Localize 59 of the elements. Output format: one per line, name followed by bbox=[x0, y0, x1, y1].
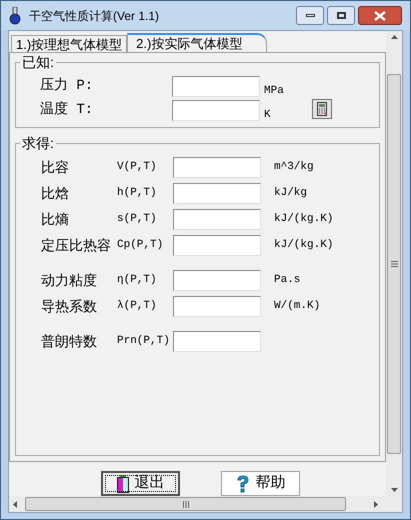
exit-button[interactable]: 退出 bbox=[101, 471, 180, 496]
formula-label: h(P,T) bbox=[117, 186, 158, 202]
output-field[interactable] bbox=[173, 235, 261, 256]
output-field[interactable] bbox=[173, 209, 261, 230]
tab[interactable]: 2.)按实际气体模型 bbox=[127, 33, 268, 52]
group-title: 求得: bbox=[20, 135, 56, 151]
formula-label: s(P,T) bbox=[117, 212, 158, 228]
input-field[interactable] bbox=[172, 100, 260, 121]
scroll-left-icon[interactable] bbox=[13, 500, 17, 508]
flask-icon bbox=[9, 6, 21, 24]
close-button[interactable] bbox=[358, 6, 402, 25]
property-label: 普朗特数 bbox=[41, 332, 98, 351]
field-label: 压力 P: bbox=[40, 76, 94, 96]
grip-icon bbox=[182, 500, 188, 508]
output-field[interactable] bbox=[173, 270, 261, 291]
vertical-scrollbar[interactable] bbox=[386, 31, 402, 496]
tab[interactable]: 1.)按理想气体模型 bbox=[11, 35, 128, 52]
formula-label: V(P,T) bbox=[117, 160, 158, 176]
door-icon bbox=[116, 474, 128, 492]
horizontal-scrollbar[interactable] bbox=[9, 496, 402, 512]
unit-label: W/(m.K) bbox=[274, 299, 320, 314]
unit-label: kJ/kg bbox=[274, 186, 308, 202]
formula-label: Prn(P,T) bbox=[117, 334, 171, 350]
output-field[interactable] bbox=[173, 157, 261, 178]
formula-label: η(P,T) bbox=[117, 273, 158, 288]
help-button[interactable]: 帮助 bbox=[221, 471, 300, 496]
scroll-right-icon[interactable] bbox=[374, 500, 378, 508]
scroll-thumb[interactable] bbox=[387, 74, 401, 454]
unit-label: K bbox=[264, 108, 271, 124]
grip-icon bbox=[390, 260, 398, 266]
maximize-button[interactable] bbox=[327, 6, 355, 25]
output-field[interactable] bbox=[173, 183, 261, 204]
window-title: 干空气性质计算(Ver 1.1) bbox=[29, 8, 160, 24]
formula-label: Cp(P,T) bbox=[117, 238, 164, 254]
scroll-down-icon[interactable] bbox=[390, 488, 398, 492]
output-field[interactable] bbox=[173, 296, 261, 317]
calculator-button[interactable] bbox=[312, 99, 332, 119]
unit-label: m^3/kg bbox=[274, 160, 314, 176]
output-field[interactable] bbox=[173, 331, 261, 352]
unit-label: MPa bbox=[264, 84, 284, 100]
unit-label: Pa.s bbox=[274, 273, 300, 288]
calculator-icon bbox=[316, 102, 327, 116]
unit-label: kJ/(kg.K) bbox=[274, 212, 334, 228]
field-label: 温度 T: bbox=[40, 100, 94, 120]
property-label: 比容 bbox=[41, 158, 70, 177]
group-title: 已知: bbox=[20, 54, 56, 70]
close-icon bbox=[374, 10, 386, 20]
input-field[interactable] bbox=[172, 76, 260, 97]
unit-label: kJ/(kg.K) bbox=[274, 238, 334, 254]
property-label: 动力粘度 bbox=[41, 271, 98, 290]
scroll-thumb[interactable] bbox=[25, 497, 346, 511]
property-label: 比熵 bbox=[41, 210, 70, 229]
property-label: 导热系数 bbox=[41, 297, 98, 316]
property-label: 比焓 bbox=[41, 184, 70, 203]
formula-label: λ(P,T) bbox=[117, 299, 158, 314]
question-icon bbox=[236, 474, 250, 492]
minimize-button[interactable] bbox=[296, 6, 324, 25]
scroll-up-icon[interactable] bbox=[390, 35, 398, 39]
property-label: 定压比热容 bbox=[41, 236, 112, 255]
